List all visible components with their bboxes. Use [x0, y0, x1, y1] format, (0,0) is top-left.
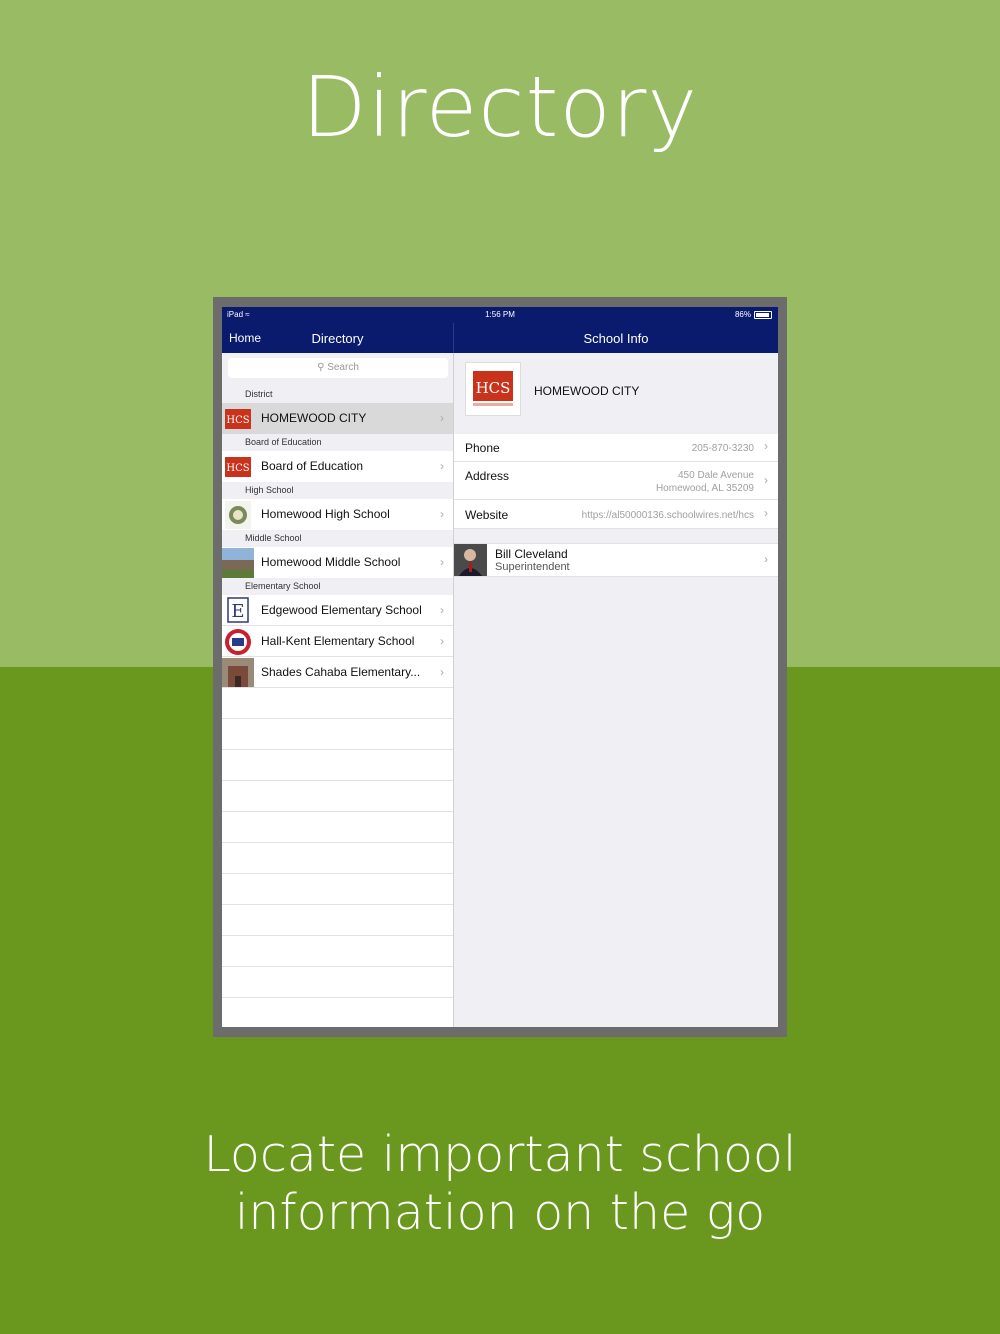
- list-item-homewood-middle[interactable]: Homewood Middle School ›: [222, 547, 453, 578]
- chevron-right-icon: ›: [440, 507, 444, 521]
- school-info-pane: HCS HOMEWOOD CITY Phone 205-870-3230 › A…: [454, 353, 778, 1027]
- status-time: 1:56 PM: [485, 310, 515, 319]
- address-line-2: Homewood, AL 35209: [655, 483, 754, 494]
- chevron-right-icon: ›: [440, 603, 444, 617]
- middle-school-photo-icon: [222, 547, 254, 578]
- list-item-label: HOMEWOOD CITY: [261, 411, 367, 425]
- svg-text:HCS: HCS: [226, 463, 249, 474]
- contact-role: Superintendent: [495, 561, 570, 573]
- master-nav-title: Directory: [311, 331, 364, 346]
- section-header-elementary: Elementary School: [222, 578, 453, 595]
- high-school-crest-icon: [222, 499, 254, 530]
- org-header: HCS HOMEWOOD CITY: [454, 353, 778, 433]
- chevron-right-icon: ›: [764, 552, 768, 566]
- empty-row: [222, 719, 453, 750]
- address-value: 450 Dale Avenue Homewood, AL 35209: [656, 469, 754, 495]
- address-label: Address: [465, 469, 510, 483]
- phone-row[interactable]: Phone 205-870-3230 ›: [454, 434, 778, 462]
- tagline: Locate important school information on t…: [0, 1126, 1000, 1242]
- empty-row: [222, 936, 453, 967]
- contact-info-group: Phone 205-870-3230 › Address 450 Dale Av…: [454, 434, 778, 529]
- address-row[interactable]: Address 450 Dale Avenue Homewood, AL 352…: [454, 462, 778, 500]
- hcs-logo-icon: HCS: [222, 403, 254, 434]
- website-row[interactable]: Website https://al50000136.schoolwires.n…: [454, 500, 778, 529]
- status-bar: iPad ≈ 1:56 PM 86%: [222, 307, 778, 323]
- section-header-middle-school: Middle School: [222, 530, 453, 547]
- list-item-label: Homewood Middle School: [261, 555, 401, 569]
- edgewood-e-logo-icon: E: [222, 595, 254, 626]
- search-bar: ⚲ Search: [222, 353, 453, 386]
- chevron-right-icon: ›: [440, 634, 444, 648]
- list-item-label: Board of Education: [261, 459, 364, 473]
- section-header-board: Board of Education: [222, 434, 453, 451]
- phone-label: Phone: [465, 441, 500, 455]
- empty-row: [222, 967, 453, 998]
- website-value: https://al50000136.schoolwires.net/hcs: [581, 510, 754, 521]
- search-input[interactable]: ⚲ Search: [228, 358, 448, 378]
- shades-cahaba-photo-icon: [222, 657, 254, 688]
- directory-list-pane: ⚲ Search District HCS HOMEWOOD CITY › Bo…: [222, 353, 454, 1027]
- list-item-hall-kent[interactable]: Hall-Kent Elementary School ›: [222, 626, 453, 657]
- org-name: HOMEWOOD CITY: [534, 384, 640, 398]
- list-item-homewood-high[interactable]: Homewood High School ›: [222, 499, 453, 530]
- empty-row: [222, 750, 453, 781]
- detail-navbar: School Info: [454, 323, 778, 353]
- empty-row: [222, 688, 453, 719]
- chevron-right-icon: ›: [440, 555, 444, 569]
- tagline-line-1: Locate important school: [203, 1126, 797, 1183]
- phone-value: 205-870-3230: [691, 443, 754, 454]
- chevron-right-icon: ›: [440, 459, 444, 473]
- hall-kent-seal-icon: [222, 626, 254, 657]
- hcs-logo-icon: HCS: [222, 451, 254, 482]
- svg-text:E: E: [231, 601, 244, 622]
- chevron-right-icon: ›: [440, 411, 444, 425]
- section-header-high-school: High School: [222, 482, 453, 499]
- list-item-label: Shades Cahaba Elementary...: [261, 665, 421, 679]
- battery-icon: [754, 310, 772, 319]
- address-line-1: 450 Dale Avenue: [678, 470, 754, 481]
- chevron-right-icon: ›: [764, 439, 768, 453]
- svg-text:HCS: HCS: [476, 379, 511, 397]
- search-icon: ⚲: [317, 362, 325, 373]
- search-placeholder: Search: [327, 362, 359, 373]
- contact-photo: [454, 544, 487, 576]
- empty-row: [222, 905, 453, 936]
- empty-row: [222, 874, 453, 905]
- battery-indicator: 86%: [735, 310, 772, 319]
- contact-name: Bill Cleveland: [495, 547, 568, 561]
- hcs-logo-icon: HCS: [465, 362, 521, 416]
- battery-percent: 86%: [734, 310, 751, 319]
- list-item-shades-cahaba[interactable]: Shades Cahaba Elementary... ›: [222, 657, 453, 688]
- chevron-right-icon: ›: [440, 665, 444, 679]
- svg-text:HCS: HCS: [226, 415, 249, 426]
- detail-nav-title: School Info: [583, 331, 649, 346]
- list-item-edgewood[interactable]: E Edgewood Elementary School ›: [222, 595, 453, 626]
- list-item-label: Homewood High School: [261, 507, 390, 521]
- list-item-board-of-education[interactable]: HCS Board of Education ›: [222, 451, 453, 482]
- empty-row: [222, 781, 453, 812]
- chevron-right-icon: ›: [764, 506, 768, 520]
- ipad-screen: iPad ≈ 1:56 PM 86% Home Directory School…: [222, 307, 778, 1027]
- superintendent-contact-row[interactable]: Bill Cleveland Superintendent ›: [454, 543, 778, 577]
- empty-row: [222, 843, 453, 874]
- chevron-right-icon: ›: [764, 473, 768, 487]
- list-item-homewood-city[interactable]: HCS HOMEWOOD CITY ›: [222, 403, 453, 434]
- list-item-label: Hall-Kent Elementary School: [261, 634, 415, 648]
- empty-row: [222, 812, 453, 843]
- master-navbar: Home Directory: [222, 323, 454, 353]
- section-header-district: District: [222, 386, 453, 403]
- headline: Directory: [301, 58, 699, 156]
- website-label: Website: [465, 508, 509, 522]
- tagline-line-2: information on the go: [234, 1184, 766, 1241]
- list-item-label: Edgewood Elementary School: [261, 603, 422, 617]
